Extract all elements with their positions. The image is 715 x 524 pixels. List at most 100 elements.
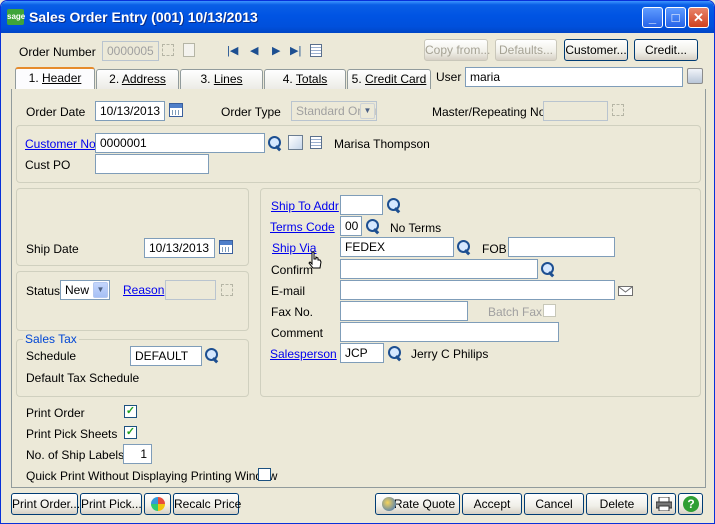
tab-address-label: Address xyxy=(121,72,166,86)
user-label: User xyxy=(436,70,462,84)
cust-po-field[interactable] xyxy=(95,154,209,174)
print-pick-button[interactable]: Print Pick... xyxy=(80,493,142,515)
print-pick-sheets-checkbox[interactable]: ✓ xyxy=(124,426,137,439)
ship-labels-field[interactable]: 1 xyxy=(123,444,152,464)
schedule-field[interactable]: DEFAULT xyxy=(130,346,202,366)
order-number-field[interactable]: 0000005 xyxy=(102,41,159,61)
customer-name: Marisa Thompson xyxy=(334,137,430,151)
list-icon[interactable] xyxy=(310,44,322,57)
ship-via-search-icon[interactable] xyxy=(456,239,472,255)
customer-memo-icon[interactable] xyxy=(310,136,322,149)
customer-no-link[interactable]: Customer No. xyxy=(25,137,99,151)
cancel-button[interactable]: Cancel xyxy=(524,493,584,515)
tab-lines-label: Lines xyxy=(213,72,243,86)
ship-via-field[interactable]: FEDEX xyxy=(340,237,454,257)
print-pick-sheets-label: Print Pick Sheets xyxy=(26,427,118,441)
quick-print-label: Quick Print Without Displaying Printing … xyxy=(26,469,278,483)
rate-quote-icon xyxy=(382,497,396,511)
terms-code-field[interactable]: 00 xyxy=(340,216,362,236)
order-date-field[interactable]: 10/13/2013 xyxy=(95,101,165,121)
ship-to-addr-field[interactable] xyxy=(340,195,383,215)
sage-app-icon: sage xyxy=(7,9,25,25)
rate-quote-label: Rate Quote xyxy=(393,497,456,511)
sales-order-window: sage Sales Order Entry (001) 10/13/2013 … xyxy=(0,0,715,524)
reason-link[interactable]: Reason xyxy=(123,283,164,297)
order-number-label: Order Number xyxy=(19,45,96,59)
new-document-icon[interactable] xyxy=(183,43,195,57)
confirm-field[interactable] xyxy=(340,259,538,279)
tab-header[interactable]: 1. Header xyxy=(15,67,95,90)
tab-address-num: 2. xyxy=(109,72,120,86)
comment-label: Comment xyxy=(271,326,324,340)
cust-po-label: Cust PO xyxy=(25,158,71,172)
tab-totals[interactable]: 4. Totals xyxy=(264,69,346,89)
title-bar[interactable]: sage Sales Order Entry (001) 10/13/2013 … xyxy=(1,1,714,33)
window-title: Sales Order Entry (001) 10/13/2013 xyxy=(29,9,258,25)
maximize-button[interactable]: □ xyxy=(665,7,686,28)
order-date-calendar-icon[interactable] xyxy=(169,103,183,117)
first-record-icon[interactable]: |◀ xyxy=(227,44,238,57)
tab-header-label: Header xyxy=(42,71,82,85)
ship-labels-label: No. of Ship Labels xyxy=(26,448,125,462)
quick-print-checkbox[interactable] xyxy=(258,468,271,481)
print-button[interactable] xyxy=(651,493,676,515)
terms-code-link[interactable]: Terms Code xyxy=(270,220,335,234)
terms-search-icon[interactable] xyxy=(365,218,381,234)
print-order-label: Print Order xyxy=(26,406,85,420)
schedule-search-icon[interactable] xyxy=(204,347,220,363)
accept-button[interactable]: Accept xyxy=(462,493,522,515)
chart-button[interactable] xyxy=(144,493,171,515)
next-record-icon[interactable]: ▶ xyxy=(272,44,280,57)
print-order-button[interactable]: Print Order... xyxy=(11,493,80,515)
master-repeating-field[interactable] xyxy=(543,101,608,121)
tab-header-num: 1. xyxy=(28,71,39,85)
defaults-button[interactable]: Defaults... xyxy=(495,39,557,61)
salesperson-search-icon[interactable] xyxy=(387,345,403,361)
last-record-icon[interactable]: ▶| xyxy=(290,44,301,57)
user-info-icon[interactable] xyxy=(687,68,703,84)
master-repeating-lookup-icon[interactable] xyxy=(612,104,624,116)
tab-totals-num: 4. xyxy=(282,72,293,86)
salesperson-link[interactable]: Salesperson xyxy=(270,347,337,361)
close-button[interactable]: ✕ xyxy=(688,7,709,28)
copy-from-button[interactable]: Copy from... xyxy=(424,39,490,61)
help-button[interactable]: ? xyxy=(678,493,703,515)
previous-record-icon[interactable]: ◀ xyxy=(250,44,258,57)
customer-button[interactable]: Customer... xyxy=(564,39,628,61)
print-order-checkbox[interactable]: ✓ xyxy=(124,405,137,418)
terms-description: No Terms xyxy=(390,221,442,235)
fax-no-field[interactable] xyxy=(340,301,468,321)
customer-maintenance-icon[interactable] xyxy=(288,135,303,150)
fob-field[interactable] xyxy=(508,237,615,257)
ship-date-calendar-icon[interactable] xyxy=(219,240,233,254)
customer-no-field[interactable]: 0000001 xyxy=(95,133,265,153)
printer-icon xyxy=(656,497,672,511)
ship-to-addr-link[interactable]: Ship To Addr xyxy=(271,199,339,213)
batch-fax-checkbox[interactable] xyxy=(543,304,556,317)
batch-fax-label: Batch Fax xyxy=(488,305,543,319)
credit-button[interactable]: Credit... xyxy=(634,39,698,61)
recalc-price-button[interactable]: Recalc Price xyxy=(173,493,241,515)
tab-lines[interactable]: 3. Lines xyxy=(180,69,263,89)
status-chevron-down-icon[interactable]: ▼ xyxy=(93,282,108,298)
tab-credit-card[interactable]: 5. Credit Card xyxy=(347,69,431,89)
ship-date-field[interactable]: 10/13/2013 xyxy=(144,238,215,258)
reason-lookup-icon[interactable] xyxy=(221,284,233,296)
reason-field[interactable] xyxy=(165,280,216,300)
status-label: Status xyxy=(26,284,61,298)
comment-field[interactable] xyxy=(340,322,559,342)
email-field[interactable] xyxy=(340,280,615,300)
tab-address[interactable]: 2. Address xyxy=(96,69,179,89)
help-icon: ? xyxy=(683,496,699,512)
delete-button[interactable]: Delete xyxy=(586,493,648,515)
confirm-search-icon[interactable] xyxy=(540,261,556,277)
ship-to-search-icon[interactable] xyxy=(386,197,402,213)
customer-search-icon[interactable] xyxy=(267,135,283,151)
salesperson-field[interactable]: JCP xyxy=(340,343,384,363)
rate-quote-button[interactable]: Rate Quote xyxy=(375,493,460,515)
order-number-lookup-icon[interactable] xyxy=(162,44,174,56)
minimize-button[interactable]: _ xyxy=(642,7,663,28)
salesperson-name: Jerry C Philips xyxy=(411,347,489,361)
order-type-chevron-down-icon[interactable]: ▼ xyxy=(360,103,375,119)
envelope-icon[interactable] xyxy=(618,286,633,296)
